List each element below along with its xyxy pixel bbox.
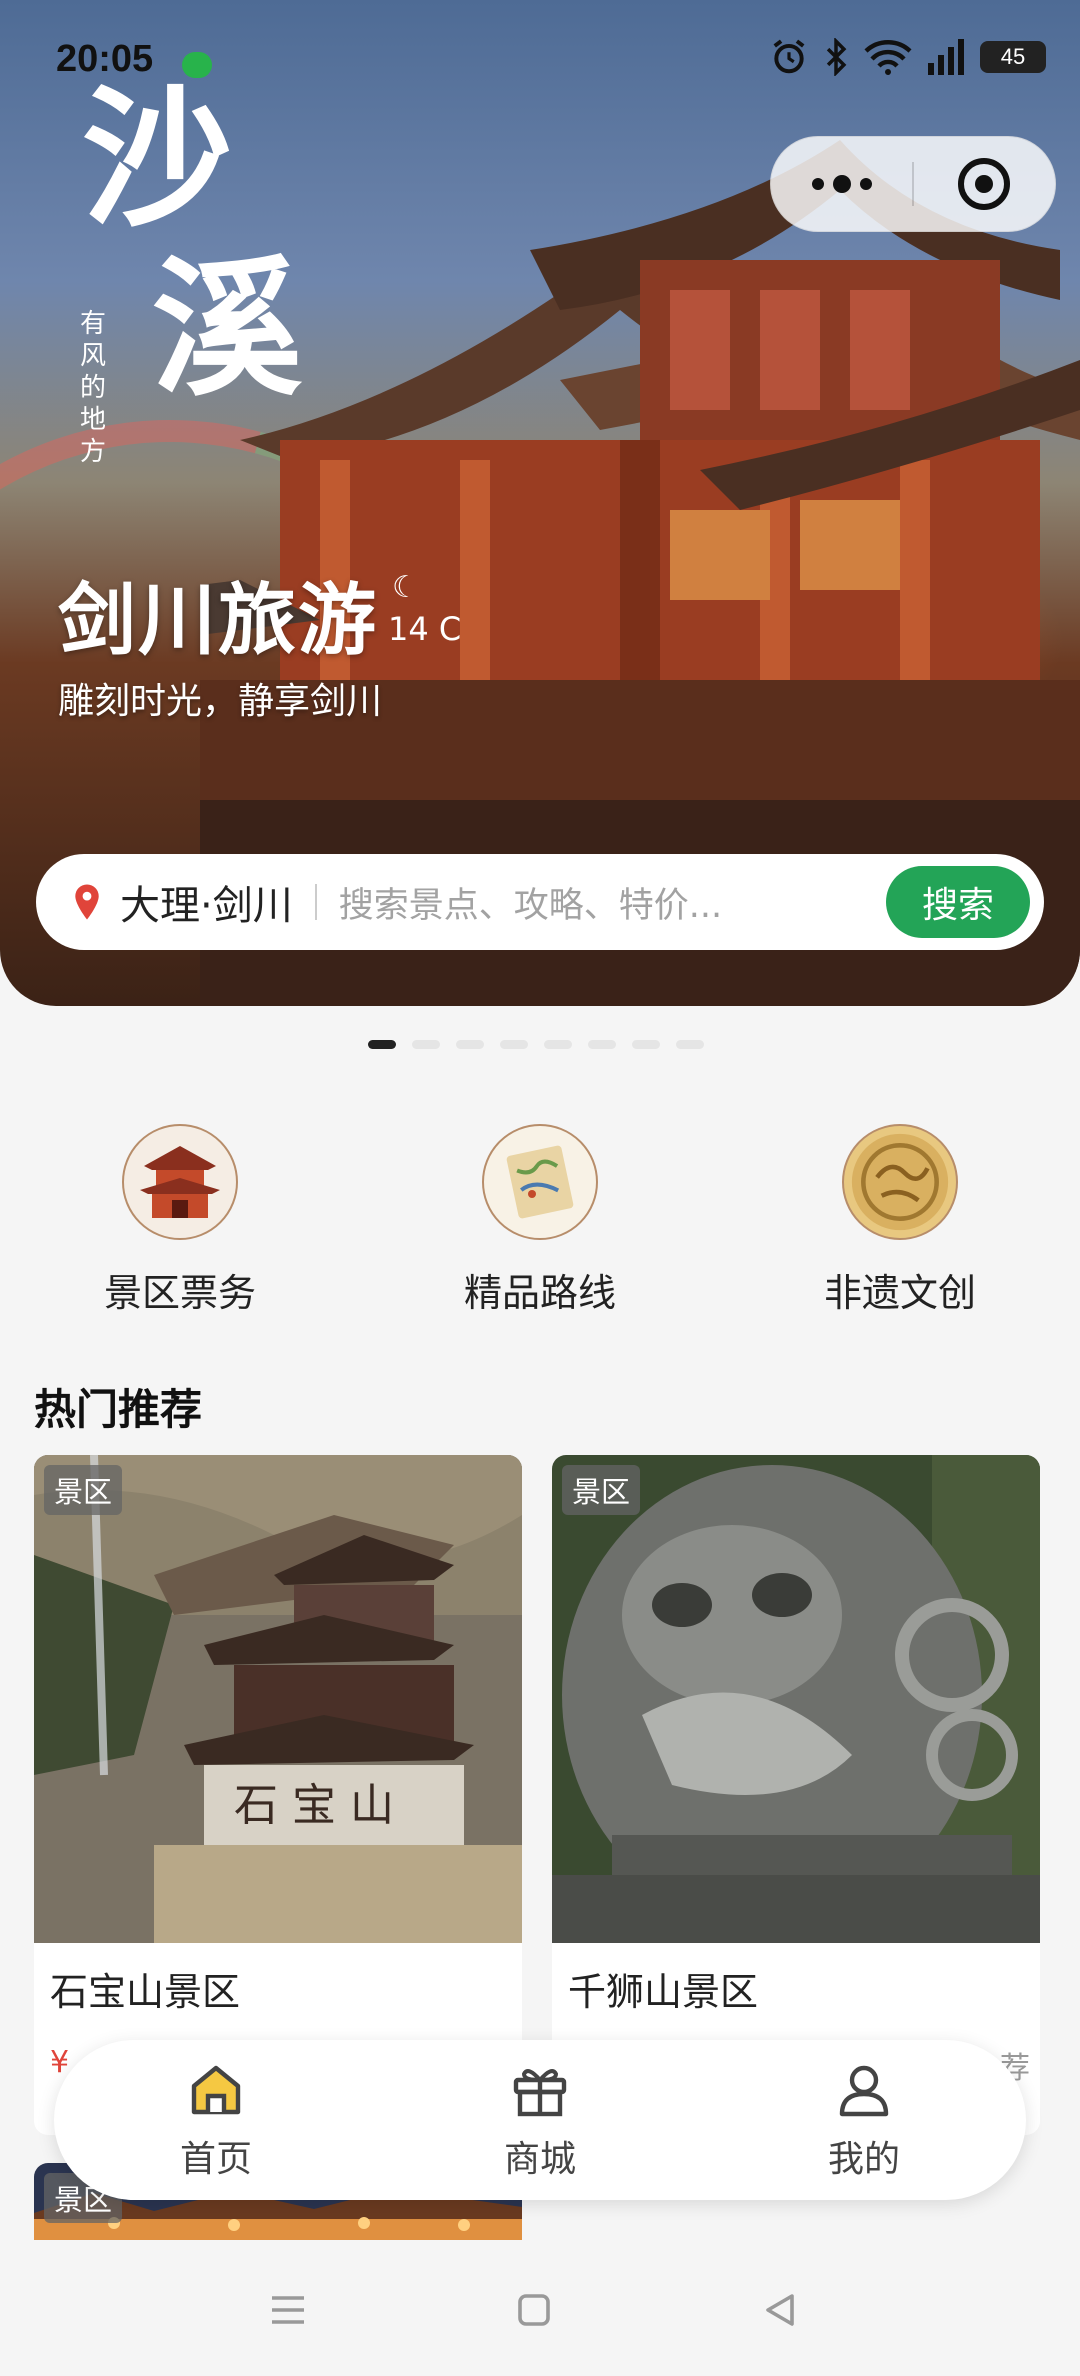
bottom-tabbar: 首页 商城 我的	[54, 2040, 1026, 2200]
qianshishan-image	[552, 1455, 1040, 1943]
entry-tickets[interactable]: 景区票务	[60, 1124, 300, 1317]
card-title: 石宝山景区	[50, 1970, 241, 2014]
search-divider	[314, 884, 317, 920]
search-bar[interactable]: 大理·剑川 搜索景点、攻略、特价... 搜索	[36, 854, 1044, 950]
banner-pagination	[368, 1040, 704, 1049]
page-dot	[368, 1040, 396, 1049]
entry-label: 非遗文创	[823, 1271, 976, 1315]
square-icon	[518, 2294, 550, 2326]
calligraphy-small-text: 有风的地方	[80, 309, 107, 467]
hero-subtitle: 雕刻时光，静享剑川	[58, 681, 383, 722]
card-tag: 景区	[44, 1465, 123, 1515]
alarm-icon	[773, 39, 805, 74]
tab-profile[interactable]: 我的	[702, 2040, 1026, 2200]
tab-label: 我的	[827, 2139, 900, 2180]
status-bar: 20:05 45	[0, 0, 1080, 120]
carved-plate-icon	[842, 1124, 958, 1240]
tab-label: 首页	[179, 2139, 252, 2180]
card-image: 石 宝 山 景区	[34, 1455, 522, 1943]
card-qianshishan[interactable]: 景区 千狮山景区 荐	[552, 1455, 1040, 2135]
home-icon	[191, 2065, 241, 2115]
back-button[interactable]	[750, 2280, 810, 2340]
location-selector[interactable]: 大理·剑川	[120, 873, 293, 931]
location-pin-icon	[75, 884, 99, 920]
quick-entries: 景区票务 精品路线 非遗文创	[0, 1124, 1080, 1317]
entry-label: 景区票务	[103, 1271, 256, 1315]
status-time: 20:05	[56, 38, 154, 80]
search-input[interactable]: 搜索景点、攻略、特价...	[339, 877, 886, 928]
card-tag: 景区	[562, 1465, 641, 1515]
page-dot	[632, 1040, 660, 1049]
entry-routes[interactable]: 精品路线	[420, 1124, 660, 1317]
page-dot	[456, 1040, 484, 1049]
entry-label: 精品路线	[463, 1271, 616, 1315]
menu-button[interactable]	[258, 2280, 318, 2340]
card-title: 千狮山景区	[568, 1970, 759, 2014]
page-dot	[412, 1040, 440, 1049]
pagoda-icon	[122, 1124, 238, 1240]
page-dot	[588, 1040, 616, 1049]
wifi-icon	[864, 40, 912, 75]
more-button[interactable]	[771, 136, 912, 232]
page-dot	[676, 1040, 704, 1049]
menu-icon	[272, 2296, 304, 2324]
page-dot	[544, 1040, 572, 1049]
shibaoshan-image: 石 宝 山	[34, 1455, 522, 1943]
section-title: 热门推荐	[34, 1385, 203, 1434]
notification-dot-icon	[182, 52, 212, 78]
back-triangle-icon	[766, 2294, 794, 2326]
home-nav-button[interactable]	[504, 2280, 564, 2340]
scroll-map-icon	[482, 1124, 598, 1240]
user-icon	[839, 2065, 889, 2117]
svg-text:石 宝 山: 石 宝 山	[234, 1780, 394, 1831]
bluetooth-icon	[826, 38, 847, 76]
weather-temperature: 14 C	[388, 610, 462, 648]
status-icons: 45	[770, 38, 1046, 76]
hero-title: 剑川旅游	[58, 576, 379, 666]
calligraphy-char-2: 溪	[152, 241, 303, 417]
tab-home[interactable]: 首页	[54, 2040, 378, 2200]
moon-icon: ☾	[392, 570, 419, 605]
entry-crafts[interactable]: 非遗文创	[780, 1124, 1020, 1317]
target-icon	[958, 158, 1011, 210]
miniprogram-capsule	[770, 136, 1056, 232]
battery-icon: 45	[980, 41, 1046, 73]
close-button[interactable]	[914, 136, 1055, 232]
card-image: 景区	[552, 1455, 1040, 1943]
signal-icon	[928, 39, 964, 75]
gift-icon	[513, 2069, 567, 2117]
tab-label: 商城	[503, 2139, 576, 2180]
hero-banner[interactable]: 沙 溪 有风的地方 20:05 45 剑川旅游 ☾ 14 C 雕刻时光，静享剑川…	[0, 0, 1080, 1006]
tab-shop[interactable]: 商城	[378, 2040, 702, 2200]
system-nav-bar	[0, 2240, 1080, 2376]
search-button[interactable]: 搜索	[886, 866, 1030, 938]
page-dot	[500, 1040, 528, 1049]
card-shibaoshan[interactable]: 石 宝 山 景区 石宝山景区 ¥	[34, 1455, 522, 2135]
